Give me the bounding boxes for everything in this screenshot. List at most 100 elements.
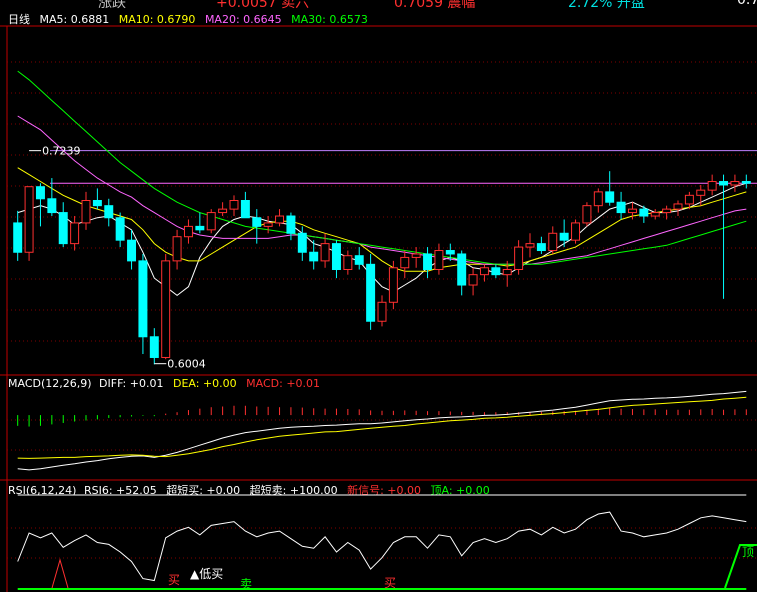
candle-body: [127, 239, 137, 262]
rsi-signal-markers: 买 ▲低买卖 买 顶: [168, 545, 754, 591]
candle-body: [673, 203, 683, 210]
candle-body: [491, 267, 501, 276]
rsi-panel[interactable]: [17, 494, 757, 590]
candle: [468, 267, 478, 296]
candle-body: [525, 243, 535, 248]
candle-body: [172, 236, 182, 262]
candle: [172, 229, 182, 270]
candle: [24, 186, 34, 261]
candle-body: [639, 208, 649, 217]
candle-body: [81, 200, 91, 224]
rsi-line-0: [17, 511, 747, 582]
candle: [673, 200, 683, 217]
candle: [423, 247, 433, 279]
candle: [582, 202, 592, 227]
candle-body: [275, 215, 285, 224]
candle: [35, 183, 45, 227]
candle-body: [263, 222, 273, 227]
candle-body: [331, 243, 341, 270]
candle: [411, 247, 421, 268]
candle-body: [411, 253, 421, 258]
candle-body: [366, 263, 376, 322]
candle: [388, 260, 398, 310]
candle: [92, 188, 102, 210]
candle: [161, 253, 171, 360]
candle: [183, 219, 193, 244]
candle: [286, 212, 296, 241]
candle: [81, 191, 91, 230]
candle-body: [138, 260, 148, 338]
candle-body: [582, 205, 592, 224]
candle: [514, 240, 524, 275]
macd-diff-line: [17, 390, 747, 471]
candle-body: [70, 222, 80, 245]
candle-body: [309, 251, 319, 262]
candle-body: [479, 267, 489, 276]
candle: [58, 202, 68, 248]
candle: [104, 198, 114, 227]
candle-body: [161, 260, 171, 358]
candle-body: [548, 232, 558, 252]
candle-body: [35, 186, 45, 200]
low-price-annotation: 0.6004: [167, 358, 206, 371]
candle-body: [104, 205, 114, 219]
candle-body: [571, 222, 581, 241]
candle: [696, 184, 706, 206]
buy-signal-spike: [51, 558, 69, 589]
rsi-marker: 买: [168, 573, 180, 587]
candle-body: [400, 256, 410, 269]
candle: [730, 174, 740, 192]
candle-body: [377, 301, 387, 322]
candle-body: [252, 217, 262, 227]
candle-body: [354, 255, 364, 265]
candle-body: [115, 217, 125, 241]
candle-body: [684, 194, 694, 205]
candle-body: [650, 212, 660, 217]
candle-body: [627, 208, 637, 214]
candle: [343, 250, 353, 275]
candle-body: [423, 253, 433, 271]
candle: [491, 264, 501, 279]
stock-chart[interactable]: 0.7239 0.6004 买 ▲低买卖 买 顶: [0, 0, 757, 592]
candle-body: [206, 212, 216, 231]
candle: [548, 226, 558, 254]
candle-body: [92, 200, 102, 207]
candle-body: [502, 269, 512, 276]
rsi-marker: 买: [384, 576, 396, 590]
candle: [240, 191, 250, 219]
candle: [377, 295, 387, 327]
candle-body: [707, 181, 717, 191]
candle: [536, 236, 546, 254]
candle: [138, 253, 148, 355]
macd-panel[interactable]: [17, 390, 747, 471]
candle-body: [434, 250, 444, 270]
candle-body: [195, 225, 205, 231]
candle-body: [662, 208, 672, 214]
candle-body: [616, 201, 626, 214]
candle-body: [514, 246, 524, 270]
candle: [229, 195, 239, 217]
candle-body: [388, 267, 398, 303]
candle: [206, 209, 216, 234]
rsi-marker: 顶: [742, 545, 754, 559]
candle-body: [47, 198, 57, 214]
candle: [354, 247, 364, 270]
macd-dea-line: [17, 396, 747, 459]
candle: [571, 219, 581, 244]
candle-body: [183, 225, 193, 238]
candle: [650, 209, 660, 220]
candle: [218, 202, 228, 217]
candlestick-panel[interactable]: [13, 70, 757, 365]
candle-body: [468, 274, 478, 286]
ma-line-ma20: [17, 115, 747, 265]
ma-line-ma30: [17, 70, 747, 265]
candle: [707, 174, 717, 196]
candle: [47, 178, 57, 217]
candle: [457, 250, 467, 296]
candle: [70, 216, 80, 251]
candle: [616, 191, 626, 220]
candle: [525, 233, 535, 258]
candle-body: [696, 189, 706, 196]
candle-body: [286, 215, 296, 234]
candle-body: [149, 336, 159, 358]
